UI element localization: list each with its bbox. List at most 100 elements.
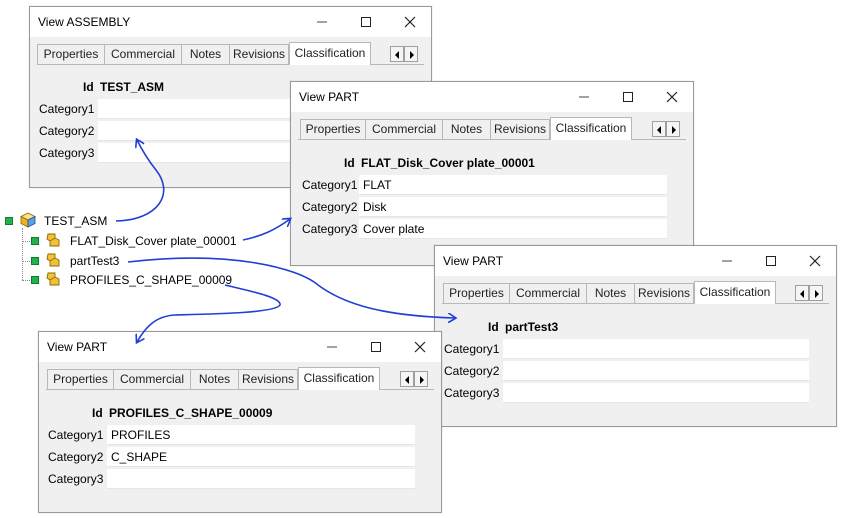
- tree-child-label: partTest3: [70, 254, 120, 268]
- minimize-icon: [327, 346, 337, 348]
- tab-properties[interactable]: Properties: [37, 44, 104, 64]
- minimize-button[interactable]: [562, 82, 606, 112]
- tab-notes[interactable]: Notes: [442, 119, 490, 139]
- tree-connector: [22, 261, 30, 262]
- tab-properties[interactable]: Properties: [300, 119, 365, 139]
- close-button[interactable]: [388, 7, 432, 37]
- scroll-right-icon: [420, 376, 424, 384]
- maximize-icon: [766, 256, 776, 266]
- close-icon: [809, 255, 821, 267]
- minimize-icon: [317, 21, 327, 23]
- view-part-test3-window: View PART Properties Commercial Notes Re…: [434, 245, 837, 427]
- tree-child-item[interactable]: partTest3: [30, 252, 170, 270]
- tab-revisions[interactable]: Revisions: [229, 44, 289, 64]
- tab-classification[interactable]: Classification: [694, 281, 776, 304]
- id-label: Id: [488, 320, 499, 334]
- maximize-button[interactable]: [749, 246, 793, 276]
- category2-field[interactable]: C_SHAPE: [107, 447, 415, 467]
- close-icon: [414, 341, 426, 353]
- tab-commercial[interactable]: Commercial: [365, 119, 442, 139]
- category2-label: Category2: [39, 124, 95, 138]
- tab-commercial[interactable]: Commercial: [113, 369, 190, 389]
- title-bar[interactable]: View PART: [291, 82, 693, 112]
- tab-notes[interactable]: Notes: [586, 283, 634, 303]
- tree-child-label: PROFILES_C_SHAPE_00009: [70, 273, 233, 287]
- tree-node-marker: [31, 276, 39, 284]
- category3-label: Category3: [302, 222, 358, 236]
- tab-classification[interactable]: Classification: [298, 367, 380, 390]
- minimize-button[interactable]: [705, 246, 749, 276]
- tree-child-item[interactable]: FLAT_Disk_Cover plate_00001: [30, 232, 250, 250]
- tab-commercial[interactable]: Commercial: [509, 283, 586, 303]
- category1-field[interactable]: [503, 339, 809, 359]
- tab-revisions[interactable]: Revisions: [238, 369, 298, 389]
- category1-label: Category1: [48, 428, 104, 442]
- minimize-icon: [579, 96, 589, 98]
- tab-properties[interactable]: Properties: [47, 369, 113, 389]
- close-icon: [666, 91, 678, 103]
- scroll-right-icon: [672, 126, 676, 134]
- category3-label: Category3: [39, 146, 95, 160]
- part-icon: [46, 233, 60, 247]
- tree-root-label: TEST_ASM: [44, 214, 108, 228]
- tab-scroll-right-button[interactable]: [414, 371, 428, 387]
- tree-node-marker: [31, 257, 39, 265]
- title-bar[interactable]: View PART: [435, 246, 836, 276]
- tree-child-item[interactable]: PROFILES_C_SHAPE_00009: [30, 271, 240, 289]
- scroll-right-icon: [410, 51, 414, 59]
- title-bar[interactable]: View PART: [39, 332, 441, 362]
- tree-connector: [22, 241, 30, 242]
- category3-field[interactable]: Cover plate: [359, 219, 667, 239]
- tab-strip: Properties Commercial Notes Revisions Cl…: [298, 117, 688, 140]
- minimize-button[interactable]: [300, 7, 344, 37]
- category3-field[interactable]: [503, 383, 809, 403]
- assembly-cube-icon: [20, 212, 36, 228]
- close-button[interactable]: [793, 246, 837, 276]
- tab-notes[interactable]: Notes: [181, 44, 229, 64]
- tree-root-item[interactable]: TEST_ASM: [0, 212, 130, 230]
- category1-field[interactable]: PROFILES: [107, 425, 415, 445]
- tab-scroll-left-button[interactable]: [390, 46, 404, 62]
- tab-commercial[interactable]: Commercial: [104, 44, 181, 64]
- id-value: FLAT_Disk_Cover plate_00001: [361, 156, 535, 170]
- tab-revisions[interactable]: Revisions: [490, 119, 550, 139]
- maximize-icon: [361, 17, 371, 27]
- window-title: View PART: [299, 90, 360, 104]
- tab-scroll-left-button[interactable]: [652, 121, 666, 137]
- window-title: View PART: [47, 340, 108, 354]
- tab-scroll-left-button[interactable]: [795, 285, 809, 301]
- tab-notes[interactable]: Notes: [190, 369, 238, 389]
- id-label: Id: [92, 406, 103, 420]
- category2-field[interactable]: Disk: [359, 197, 667, 217]
- tree-node-marker: [31, 237, 39, 245]
- tab-properties[interactable]: Properties: [443, 283, 509, 303]
- id-label: Id: [83, 80, 94, 94]
- category3-field[interactable]: [107, 469, 415, 489]
- view-part-flat-window: View PART Properties Commercial Notes Re…: [290, 81, 694, 266]
- title-bar[interactable]: View ASSEMBLY: [30, 7, 431, 37]
- category2-label: Category2: [444, 364, 500, 378]
- category3-label: Category3: [444, 386, 500, 400]
- tab-scroll-left-button[interactable]: [400, 371, 414, 387]
- category1-label: Category1: [39, 102, 95, 116]
- category1-label: Category1: [302, 178, 358, 192]
- minimize-button[interactable]: [310, 332, 354, 362]
- close-button[interactable]: [650, 82, 694, 112]
- maximize-button[interactable]: [354, 332, 398, 362]
- tab-scroll-right-button[interactable]: [404, 46, 418, 62]
- scroll-left-icon: [657, 126, 661, 134]
- tab-classification[interactable]: Classification: [289, 42, 371, 65]
- tab-scroll-right-button[interactable]: [666, 121, 680, 137]
- maximize-icon: [623, 92, 633, 102]
- category2-field[interactable]: [503, 361, 809, 381]
- maximize-icon: [371, 342, 381, 352]
- close-button[interactable]: [398, 332, 442, 362]
- maximize-button[interactable]: [606, 82, 650, 112]
- category1-field[interactable]: FLAT: [359, 175, 667, 195]
- tab-classification[interactable]: Classification: [550, 117, 632, 140]
- maximize-button[interactable]: [344, 7, 388, 37]
- category2-label: Category2: [48, 450, 104, 464]
- tab-scroll-right-button[interactable]: [809, 285, 823, 301]
- tab-revisions[interactable]: Revisions: [634, 283, 694, 303]
- assembly-tree: TEST_ASM FLAT_Disk_Cover plate_00001 par…: [0, 210, 260, 290]
